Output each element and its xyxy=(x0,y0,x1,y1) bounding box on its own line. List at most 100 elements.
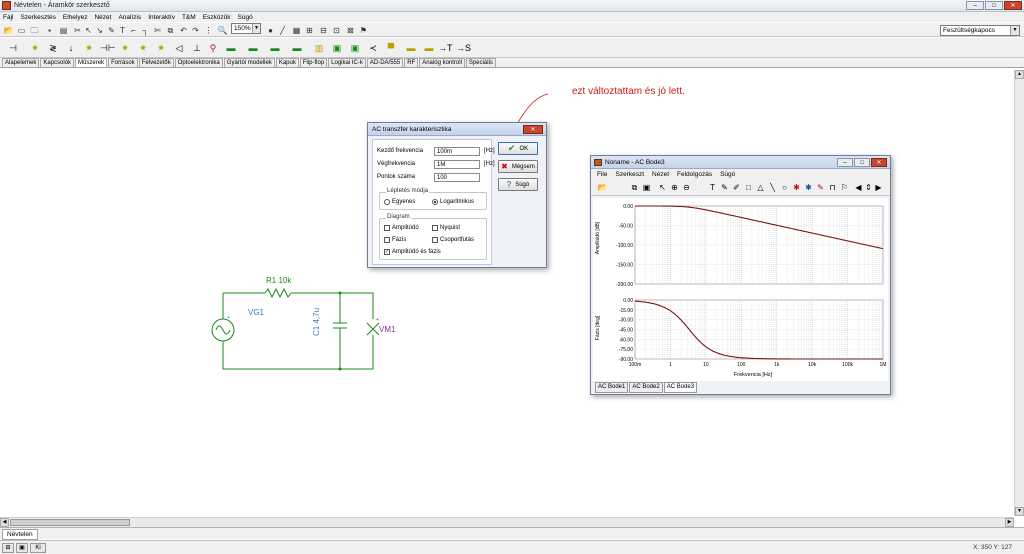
transistor-component-icon[interactable]: ✷ xyxy=(154,41,168,55)
checkbox-icon[interactable] xyxy=(432,237,438,243)
bode-plot-area[interactable]: 0.00 -50.00 -100.00 -150.00 -200.00 0.00 -15.… xyxy=(593,198,888,381)
brush-icon[interactable]: ✎ xyxy=(719,182,730,193)
meter1-component-icon[interactable]: ▬ xyxy=(224,41,238,55)
switch-component-icon[interactable]: ⊥ xyxy=(190,41,204,55)
tab-bode2[interactable]: AC Bode2 xyxy=(629,382,663,393)
vertical-scrollbar[interactable]: ▲ ▼ xyxy=(1014,70,1024,516)
connector-component-icon[interactable]: ▬ xyxy=(422,41,436,55)
paste-icon[interactable]: ▣ xyxy=(641,182,652,193)
component-select[interactable]: Feszültségkapocs ▼ xyxy=(940,25,1020,36)
chevron-down-icon[interactable]: ▼ xyxy=(252,24,260,33)
bode-menu-help[interactable]: Súgó xyxy=(720,171,735,178)
cut-icon[interactable]: ✂ xyxy=(72,25,83,36)
scroll-thumb[interactable] xyxy=(10,519,130,526)
ac-icon[interactable]: ⊟ xyxy=(318,25,329,36)
meter3-component-icon[interactable]: ▬ xyxy=(268,41,282,55)
scroll-up-icon[interactable]: ▲ xyxy=(1015,70,1024,79)
select-icon[interactable]: ↘ xyxy=(94,25,105,36)
battery-component-icon[interactable]: ✷ xyxy=(82,41,96,55)
phase-option[interactable]: Fázis xyxy=(384,237,406,243)
bode-menu-edit[interactable]: Szerkeszt xyxy=(615,171,644,178)
menu-analysis[interactable]: Analízis xyxy=(118,14,141,21)
bode-menu-process[interactable]: Feldolgozás xyxy=(677,171,712,178)
analyzer-component-icon[interactable]: ▣ xyxy=(348,41,362,55)
bode-menu-file[interactable]: File xyxy=(597,171,607,178)
circle-icon[interactable]: ○ xyxy=(779,182,790,193)
pointer-icon[interactable]: ↖ xyxy=(657,182,668,193)
meter4-component-icon[interactable]: ▬ xyxy=(290,41,304,55)
step-log-option[interactable]: Logaritmikus xyxy=(432,199,474,205)
flag-icon[interactable]: ⚑ xyxy=(358,25,369,36)
schematic-view-icon[interactable]: ⊞ xyxy=(2,543,14,553)
radio-selected-icon[interactable] xyxy=(432,199,438,205)
bode-menu-view[interactable]: Nézet xyxy=(652,171,669,178)
tab-manufacturer-models[interactable]: Gyártói modellek xyxy=(223,58,275,67)
tab-bode3[interactable]: AC Bode3 xyxy=(663,382,698,393)
tab-semiconductors[interactable]: Félvezetők xyxy=(138,58,174,67)
checkbox-icon[interactable] xyxy=(432,225,438,231)
bracket-icon[interactable]: ⌐ xyxy=(128,25,139,36)
zoom-out-icon[interactable]: ⊖ xyxy=(681,182,692,193)
flag-icon[interactable]: ⚐ xyxy=(839,182,850,193)
label-component-icon[interactable]: ▬ xyxy=(404,41,418,55)
wire-component-icon[interactable]: ⊣ xyxy=(6,41,20,55)
close-button[interactable]: ✕ xyxy=(1004,1,1022,10)
scroll-right-icon[interactable]: ▶ xyxy=(1005,518,1014,527)
tab-ad-da[interactable]: AD-DA/555 xyxy=(366,58,404,67)
copy-icon[interactable]: ⧉ xyxy=(165,25,176,36)
new-icon[interactable]: ▭ xyxy=(16,25,27,36)
bode-minimize-button[interactable]: – xyxy=(837,158,853,167)
marker-icon[interactable]: ✎ xyxy=(815,182,826,193)
meter2-component-icon[interactable]: ▬ xyxy=(246,41,260,55)
line-icon[interactable]: ╲ xyxy=(767,182,778,193)
print-icon[interactable]: ▤ xyxy=(58,25,69,36)
end-freq-input[interactable]: 1M xyxy=(434,160,480,169)
source-component-icon[interactable]: ✷ xyxy=(28,41,42,55)
minimize-button[interactable]: – xyxy=(966,1,984,10)
inductor-component-icon[interactable]: ✷ xyxy=(118,41,132,55)
zoom-select[interactable]: 150% ▼ xyxy=(231,23,261,34)
checkbox-checked-icon[interactable]: ✓ xyxy=(384,249,390,255)
horizontal-scrollbar[interactable]: ◀ ▶ xyxy=(0,517,1014,527)
tab-sources[interactable]: Források xyxy=(108,58,138,67)
dialog-close-button[interactable]: ✕ xyxy=(523,125,543,134)
checkbox-icon[interactable] xyxy=(384,225,390,231)
menu-edit[interactable]: Szerkesztés xyxy=(20,14,55,21)
tab-gates[interactable]: Kapuk xyxy=(275,58,299,67)
ic-component-icon[interactable]: ▥ xyxy=(312,41,326,55)
radio-icon[interactable] xyxy=(384,199,390,205)
open-icon[interactable]: 📂 xyxy=(597,182,608,193)
text-icon[interactable]: T xyxy=(707,182,718,193)
ok-button[interactable]: ✔ OK xyxy=(498,142,538,155)
triangle-icon[interactable]: △ xyxy=(755,182,766,193)
cancel-button[interactable]: ✖ Mégsem xyxy=(498,160,538,173)
bus-component-icon[interactable]: ▀ xyxy=(384,41,398,55)
copy-icon[interactable]: ⧉ xyxy=(629,182,640,193)
menu-tm[interactable]: T&M xyxy=(182,14,196,21)
group-delay-option[interactable]: Csoportfutás xyxy=(432,237,474,243)
points-input[interactable]: 100 xyxy=(434,173,480,182)
ki-view-icon[interactable]: Ki xyxy=(30,543,46,553)
analysis-icon[interactable]: ▦ xyxy=(291,25,302,36)
pencil-icon[interactable]: ✎ xyxy=(106,25,117,36)
amp-phase-option[interactable]: ✓ Amplitúdó és fázis xyxy=(384,249,441,255)
ground-component-icon[interactable]: ↓ xyxy=(64,41,78,55)
resistor-component-icon[interactable]: ≷ xyxy=(46,41,60,55)
terminal-s-component-icon[interactable]: →S xyxy=(456,41,471,55)
dc-icon[interactable]: ⊞ xyxy=(304,25,315,36)
tab-switches[interactable]: Kapcsolók xyxy=(40,58,75,67)
zoom-in-icon[interactable]: ⊕ xyxy=(669,182,680,193)
scroll-down-icon[interactable]: ▼ xyxy=(1015,507,1024,516)
cursor-a-icon[interactable]: ✱ xyxy=(791,182,802,193)
transient-icon[interactable]: ⊡ xyxy=(331,25,342,36)
wire-icon[interactable]: ┐ xyxy=(140,25,151,36)
save-icon[interactable]: ▪ xyxy=(44,25,55,36)
pcb-view-icon[interactable]: ▣ xyxy=(16,543,28,553)
grid-icon[interactable]: ⋮ xyxy=(203,25,214,36)
folder-icon[interactable]: 🗀 xyxy=(29,25,40,36)
probe-icon[interactable]: ● xyxy=(265,25,276,36)
zoom-icon[interactable]: 🔍 xyxy=(217,25,228,36)
help-button[interactable]: ? Súgó xyxy=(498,178,538,191)
cursor-b-icon[interactable]: ✱ xyxy=(803,182,814,193)
menu-view[interactable]: Nézet xyxy=(94,14,111,21)
